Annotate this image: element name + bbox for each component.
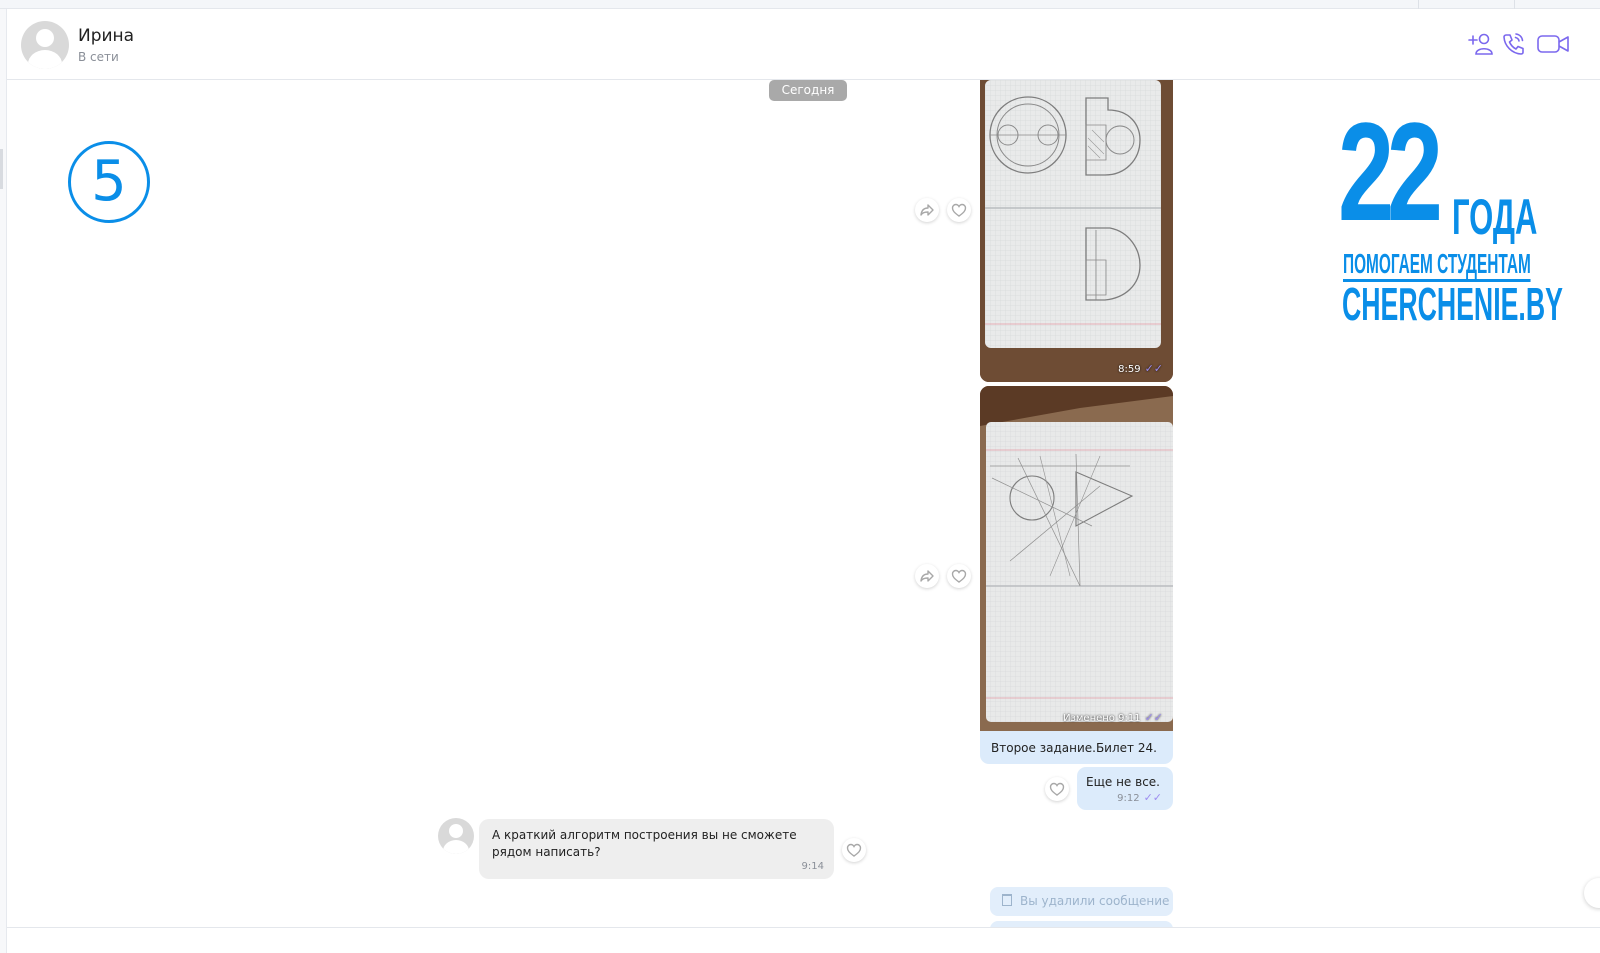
brand-watermark-logo: 22 ГОДА ПОМОГАЕМ СТУДЕНТАМ CHERCHENIE.BY bbox=[1336, 102, 1563, 329]
add-user-icon[interactable] bbox=[1467, 31, 1495, 57]
photo-caption: Второе задание.Билет 24. bbox=[980, 731, 1173, 764]
photo-message[interactable]: 8:59 ✓✓ bbox=[980, 80, 1173, 382]
chat-header: Ирина В сети bbox=[7, 9, 1600, 80]
brand-years: ГОДА bbox=[1452, 189, 1538, 245]
message-time: 9:14 bbox=[801, 861, 824, 872]
trash-icon bbox=[1002, 894, 1012, 906]
like-button[interactable] bbox=[1045, 777, 1069, 801]
incoming-message[interactable]: А краткий алгоритм построения вы не смож… bbox=[479, 819, 834, 879]
outgoing-message[interactable]: Еще не все. 9:12 ✓✓ bbox=[1077, 767, 1173, 810]
contact-name[interactable]: Ирина bbox=[78, 26, 134, 46]
window-top-strip bbox=[0, 0, 1600, 9]
read-receipt-icon: ✓✓ bbox=[1144, 711, 1163, 724]
message-text: Еще не все. bbox=[1086, 775, 1160, 789]
notebook-drawing-image bbox=[980, 386, 1173, 731]
like-button[interactable] bbox=[842, 838, 866, 862]
top-strip-divider bbox=[1418, 0, 1419, 9]
like-button[interactable] bbox=[947, 564, 971, 588]
notebook-drawing-image bbox=[980, 80, 1173, 382]
scroll-to-bottom-button[interactable] bbox=[1584, 878, 1600, 908]
photo-time: 8:59 ✓✓ bbox=[1118, 362, 1163, 375]
sidebar-resize-handle[interactable] bbox=[0, 149, 3, 189]
top-strip-divider bbox=[1514, 0, 1515, 9]
share-button[interactable] bbox=[915, 564, 939, 588]
message-time: 9:12 ✓✓ bbox=[1117, 791, 1162, 804]
video-call-icon[interactable] bbox=[1536, 31, 1570, 57]
date-separator: Сегодня bbox=[769, 80, 847, 101]
read-receipt-icon: ✓✓ bbox=[1143, 791, 1162, 804]
messenger-window: Ирина В сети Сегодня 5 22 ГОДА ПОМОГАЕМ … bbox=[0, 0, 1600, 953]
step-number-badge: 5 bbox=[68, 141, 150, 223]
message-text: А краткий алгоритм построения вы не смож… bbox=[492, 828, 797, 859]
share-button[interactable] bbox=[915, 198, 939, 222]
contact-status: В сети bbox=[78, 50, 119, 64]
like-button[interactable] bbox=[947, 198, 971, 222]
composer-area bbox=[7, 927, 1600, 953]
brand-number: 22 bbox=[1338, 93, 1443, 250]
read-receipt-icon: ✓✓ bbox=[1144, 362, 1163, 375]
photo-time: Изменено 9:11 ✓✓ bbox=[1063, 711, 1163, 724]
photo-message[interactable]: Изменено 9:11 ✓✓ bbox=[980, 386, 1173, 731]
sidebar-edge bbox=[0, 9, 7, 953]
deleted-message: Вы удалили сообщение bbox=[990, 887, 1173, 916]
contact-avatar[interactable] bbox=[21, 21, 69, 69]
deleted-message-text: Вы удалили сообщение bbox=[1020, 894, 1170, 908]
phone-icon[interactable] bbox=[1499, 31, 1527, 57]
brand-site: CHERCHENIE.BY bbox=[1342, 278, 1563, 330]
sender-avatar[interactable] bbox=[438, 818, 474, 854]
